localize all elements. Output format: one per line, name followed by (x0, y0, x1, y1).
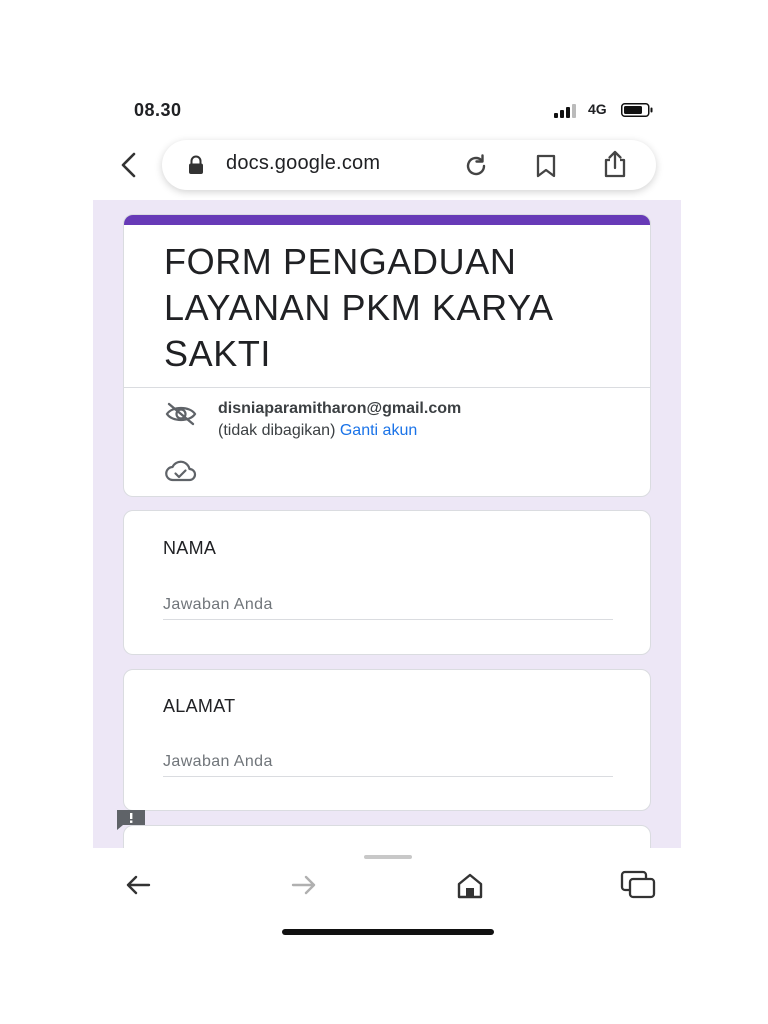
form-title: FORM PENGADUAN LAYANAN PKM KARYA SAKTI (164, 241, 552, 374)
chevron-left-icon[interactable] (116, 150, 142, 180)
question-card-nama: NAMA (123, 510, 651, 655)
form-page: FORM PENGADUAN LAYANAN PKM KARYA SAKTI d… (93, 200, 681, 848)
question-card-next (123, 825, 651, 848)
url-text[interactable]: docs.google.com (226, 152, 380, 175)
reload-icon[interactable] (462, 152, 490, 180)
answer-input-alamat[interactable] (163, 753, 613, 777)
network-label: 4G (588, 101, 607, 117)
signal-icon (554, 104, 576, 118)
home-icon[interactable] (455, 872, 485, 900)
not-shared-label: (tidak dibagikan) (218, 422, 336, 439)
account-email: disniaparamitharon@gmail.com (218, 400, 462, 417)
arrow-left-icon[interactable] (124, 872, 152, 898)
question-card-alamat: ALAMAT (123, 669, 651, 811)
feedback-icon[interactable] (115, 809, 147, 831)
eye-off-icon (165, 402, 197, 426)
tabs-icon[interactable] (620, 870, 656, 900)
header-divider (124, 387, 650, 388)
sheet-handle[interactable] (364, 855, 412, 859)
form-header-card: FORM PENGADUAN LAYANAN PKM KARYA SAKTI d… (123, 214, 651, 497)
home-indicator[interactable] (282, 929, 494, 935)
question-label-nama: NAMA (163, 538, 217, 558)
answer-input-nama[interactable] (163, 596, 613, 620)
switch-account-link[interactable]: Ganti akun (340, 422, 417, 439)
lock-icon (189, 155, 203, 174)
status-time: 08.30 (134, 100, 182, 120)
bookmark-icon[interactable] (534, 153, 558, 179)
share-icon[interactable] (600, 149, 630, 179)
accent-bar (124, 215, 650, 225)
battery-icon (621, 103, 653, 117)
account-status: (tidak dibagikan) Ganti akun (218, 422, 417, 440)
cloud-check-icon (165, 460, 197, 482)
arrow-right-icon[interactable] (290, 872, 318, 898)
question-label-alamat: ALAMAT (163, 696, 236, 716)
